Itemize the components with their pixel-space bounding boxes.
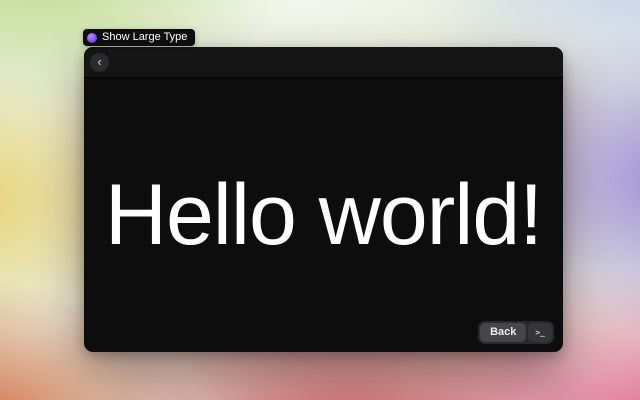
command-tooltip: Show Large Type [83,29,195,46]
back-circle-button[interactable]: ‹ [90,53,109,72]
back-button[interactable]: Back >_ [478,321,554,344]
shortcut-key-badge: >_ [528,323,552,342]
chevron-left-icon: ‹ [97,55,101,68]
large-type-content: Hello world! [84,78,563,352]
window-header: ‹ [84,47,563,78]
action-bar: Back >_ [478,321,554,344]
large-type-extension-icon [87,33,97,43]
large-type-window: ‹ Hello world! Back >_ [84,47,563,352]
command-tooltip-label: Show Large Type [102,29,187,46]
back-button-label: Back [480,323,526,342]
large-type-text: Hello world! [105,172,542,258]
enter-shortcut-icon: >_ [535,329,545,337]
